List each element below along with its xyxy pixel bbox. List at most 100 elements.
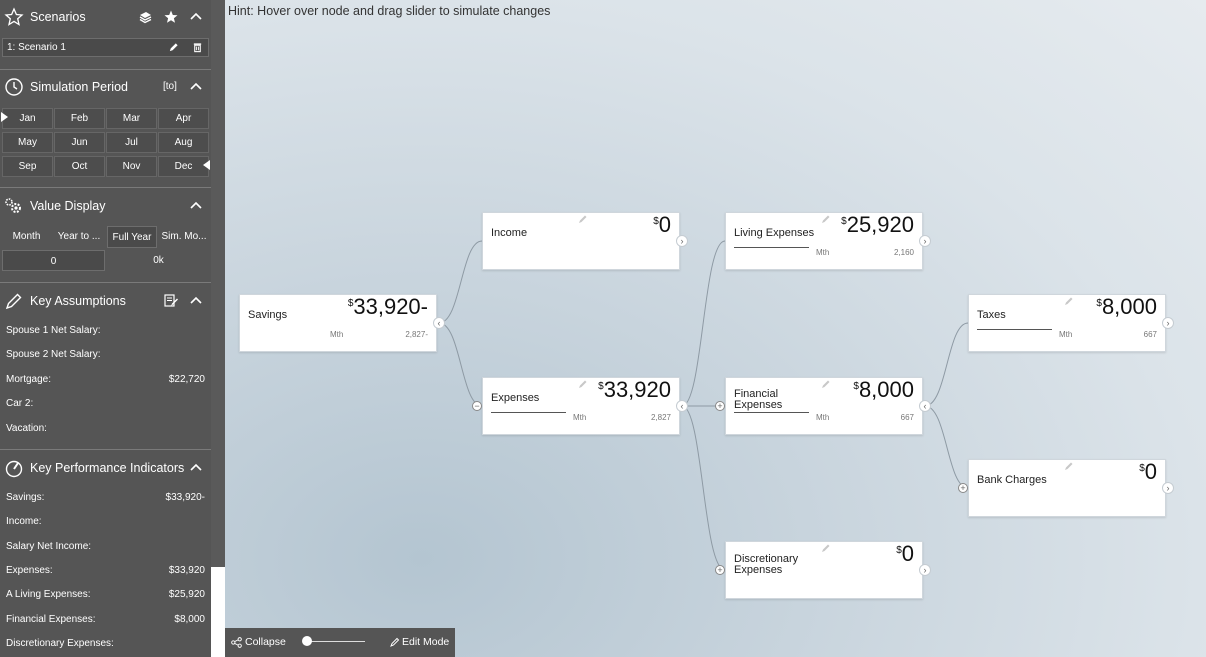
sidebar: Scenarios 1: Scenario 1 Simulation Perio… bbox=[0, 0, 211, 657]
node-value: $25,920 bbox=[841, 212, 914, 237]
slider-track[interactable] bbox=[977, 329, 1052, 330]
expand-circle-icon[interactable]: + bbox=[715, 401, 725, 411]
kpi-label: Salary Net Income: bbox=[6, 540, 92, 552]
month-dec[interactable]: Dec bbox=[158, 156, 209, 177]
node-value: $0 bbox=[653, 212, 671, 237]
kpi-value: $33,920- bbox=[165, 492, 205, 503]
month-mar[interactable]: Mar bbox=[106, 108, 157, 129]
collapse-chevron-icon[interactable]: ‹ bbox=[676, 400, 688, 412]
month-nov[interactable]: Nov bbox=[106, 156, 157, 177]
edit-note-icon[interactable] bbox=[163, 293, 179, 309]
node-income[interactable]: Income $0 bbox=[482, 212, 680, 270]
slider-track[interactable] bbox=[491, 412, 566, 413]
chevron-up-icon[interactable] bbox=[188, 460, 204, 476]
kpi-label: Discretionary Expenses: bbox=[6, 637, 114, 649]
kpi-title: Key Performance Indicators bbox=[30, 461, 185, 475]
pencil-icon bbox=[390, 637, 400, 647]
tab-month[interactable]: Month bbox=[2, 226, 51, 248]
value-display-title: Value Display bbox=[30, 199, 106, 213]
star-icon bbox=[4, 7, 24, 26]
scale-selector[interactable]: 0k bbox=[107, 250, 210, 271]
node-value: $8,000 bbox=[853, 377, 914, 402]
period-label: Mth bbox=[1059, 330, 1073, 339]
node-name: Expenses bbox=[491, 392, 540, 404]
pencil-icon bbox=[5, 293, 22, 310]
assumption-label: Vacation: bbox=[6, 422, 47, 434]
assumption-value: $22,720 bbox=[168, 373, 205, 385]
kpi-header[interactable]: Key Performance Indicators bbox=[0, 453, 211, 483]
month-aug[interactable]: Aug bbox=[158, 132, 209, 153]
month-jun[interactable]: Jun bbox=[54, 132, 105, 153]
chevron-up-icon[interactable] bbox=[188, 293, 204, 309]
node-living-expenses[interactable]: Living Expenses $25,920 Mth 2,160 bbox=[725, 212, 923, 270]
expand-chevron-icon[interactable]: › bbox=[1162, 482, 1174, 494]
range-end-marker[interactable] bbox=[203, 160, 210, 170]
expand-circle-icon[interactable]: + bbox=[958, 483, 968, 493]
node-financial-expenses[interactable]: Financial Expenses $8,000 Mth 667 bbox=[725, 377, 923, 435]
chevron-up-icon[interactable] bbox=[188, 9, 204, 25]
layers-icon[interactable] bbox=[137, 9, 153, 25]
node-value: $33,920 bbox=[598, 377, 671, 402]
node-value: $0 bbox=[1139, 459, 1157, 484]
zoom-slider-track[interactable] bbox=[305, 641, 365, 642]
chevron-up-icon[interactable] bbox=[188, 79, 204, 95]
zoom-slider-thumb[interactable] bbox=[302, 636, 312, 646]
tab-sim-months[interactable]: Sim. Mo... bbox=[158, 226, 210, 248]
node-value: $0 bbox=[896, 541, 914, 566]
collapse-chevron-icon[interactable]: ‹ bbox=[919, 400, 931, 412]
pencil-icon[interactable] bbox=[1064, 296, 1074, 306]
pencil-icon[interactable] bbox=[168, 42, 179, 53]
collapse-chevron-icon[interactable]: ‹ bbox=[433, 317, 445, 329]
node-name: Discretionary Expenses bbox=[734, 553, 799, 576]
tab-year-to-date[interactable]: Year to ... bbox=[53, 226, 105, 248]
driver-tree-canvas[interactable]: Hint: Hover over node and drag slider to… bbox=[225, 0, 1206, 657]
expand-circle-icon[interactable]: + bbox=[715, 565, 725, 575]
pencil-icon[interactable] bbox=[578, 214, 588, 224]
value-display-header[interactable]: Value Display bbox=[0, 191, 211, 221]
simulation-period-header[interactable]: Simulation Period [to] bbox=[0, 72, 211, 102]
pencil-icon[interactable] bbox=[821, 379, 831, 389]
period-toggle[interactable]: [to] bbox=[163, 81, 177, 92]
expand-chevron-icon[interactable]: › bbox=[1162, 317, 1174, 329]
scenario-selector[interactable]: 1: Scenario 1 bbox=[2, 38, 209, 57]
node-name: Financial Expenses bbox=[734, 388, 783, 411]
expand-chevron-icon[interactable]: › bbox=[919, 564, 931, 576]
slider-track[interactable] bbox=[734, 247, 809, 248]
node-discretionary-expenses[interactable]: Discretionary Expenses $0 bbox=[725, 541, 923, 599]
tab-full-year[interactable]: Full Year bbox=[107, 226, 157, 248]
trash-icon[interactable] bbox=[192, 42, 203, 53]
month-jan[interactable]: Jan bbox=[2, 108, 53, 129]
chevron-up-icon[interactable] bbox=[188, 198, 204, 214]
collapse-circle-icon[interactable]: − bbox=[472, 401, 482, 411]
node-taxes[interactable]: Taxes $8,000 Mth 667 bbox=[968, 294, 1166, 352]
range-start-marker[interactable] bbox=[1, 112, 8, 122]
month-apr[interactable]: Apr bbox=[158, 108, 209, 129]
monthly-value: 667 bbox=[900, 413, 914, 422]
pencil-icon[interactable] bbox=[821, 543, 831, 553]
add-favorite-icon[interactable] bbox=[163, 9, 179, 25]
node-expenses[interactable]: Expenses $33,920 Mth 2,827 bbox=[482, 377, 680, 435]
month-oct[interactable]: Oct bbox=[54, 156, 105, 177]
decimals-selector[interactable]: 0 bbox=[2, 250, 105, 271]
pencil-icon[interactable] bbox=[1064, 461, 1074, 471]
edit-mode-button[interactable]: Edit Mode bbox=[402, 636, 449, 648]
expand-chevron-icon[interactable]: › bbox=[676, 235, 688, 247]
month-may[interactable]: May bbox=[2, 132, 53, 153]
expand-chevron-icon[interactable]: › bbox=[919, 235, 931, 247]
assumption-label: Mortgage: bbox=[6, 373, 52, 385]
month-feb[interactable]: Feb bbox=[54, 108, 105, 129]
period-label: Mth bbox=[573, 413, 587, 422]
collapse-button[interactable]: Collapse bbox=[245, 636, 286, 648]
month-sep[interactable]: Sep bbox=[2, 156, 53, 177]
key-assumptions-header[interactable]: Key Assumptions bbox=[0, 286, 211, 316]
pencil-icon[interactable] bbox=[821, 214, 831, 224]
node-bank-charges[interactable]: Bank Charges $0 bbox=[968, 459, 1166, 517]
node-savings[interactable]: Savings $33,920- Mth 2,827- bbox=[239, 294, 437, 352]
pencil-icon[interactable] bbox=[578, 379, 588, 389]
node-name: Living Expenses bbox=[734, 227, 815, 239]
scenarios-header[interactable]: Scenarios bbox=[0, 2, 211, 32]
slider-track[interactable] bbox=[734, 412, 809, 413]
month-jul[interactable]: Jul bbox=[106, 132, 157, 153]
sidebar-scrollbar[interactable] bbox=[211, 0, 225, 567]
gauge-icon bbox=[5, 460, 23, 478]
